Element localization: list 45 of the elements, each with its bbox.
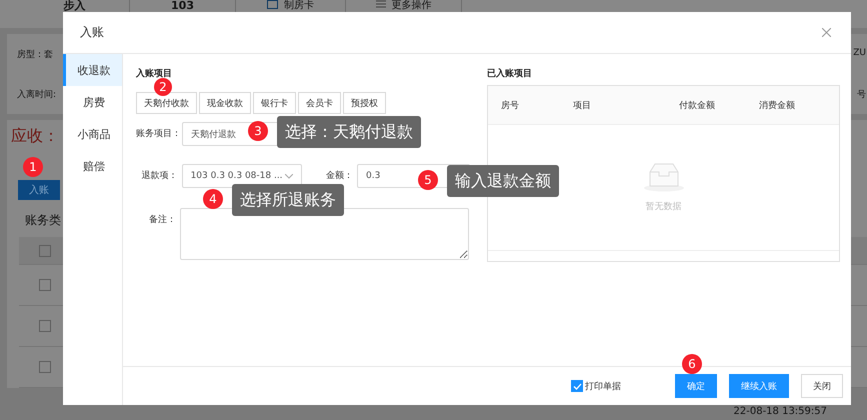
column-header: 消费金额	[759, 100, 796, 112]
close-icon[interactable]	[822, 28, 831, 37]
chevron-down-icon	[284, 174, 292, 178]
payment-method-button[interactable]: 天鹅付收款	[136, 92, 197, 114]
payment-method-button[interactable]: 预授权	[343, 92, 386, 114]
dialog-button[interactable]: 关闭	[801, 374, 843, 398]
checkbox[interactable]	[39, 244, 51, 256]
section-title: 已入账项目	[487, 67, 532, 79]
checkbox-label[interactable]: 打印单据	[585, 380, 621, 392]
instruction-tooltip: 输入退款金额	[447, 165, 559, 197]
checkbox[interactable]	[39, 361, 51, 373]
card-icon	[267, 0, 278, 9]
empty-text: 暂无数据	[646, 200, 682, 213]
checkbox[interactable]	[39, 279, 51, 291]
field-label: 退款项：	[140, 170, 178, 183]
field-label: 金额：	[325, 170, 353, 183]
section-title: 入账项目	[136, 67, 172, 79]
toolbar-item[interactable]: 更多操作	[392, 0, 432, 11]
table-cell-text: 22-08-18 13:59:57	[734, 406, 827, 419]
dialog-title: 入账	[80, 24, 104, 41]
toolbar-item[interactable]: 步入	[64, 0, 86, 11]
receivable-label: 应收：	[10, 126, 59, 147]
post-button[interactable]: 入账	[18, 180, 60, 200]
column-header: 项目	[573, 100, 592, 112]
field-label: 备注：	[148, 214, 176, 227]
section-title: 账务类	[25, 212, 61, 229]
sidebar-tab[interactable]: 收退款	[63, 54, 122, 86]
toolbar-item[interactable]: 103	[171, 0, 194, 11]
instruction-tooltip: 选择所退账务	[232, 184, 344, 216]
checkbox[interactable]	[571, 380, 583, 392]
payment-method-button[interactable]: 会员卡	[298, 92, 341, 114]
check-icon	[572, 382, 582, 390]
stay-time-label: 入离时间:	[17, 88, 56, 100]
payment-method-button[interactable]: 现金收款	[199, 92, 251, 114]
payment-method-button[interactable]: 银行卡	[253, 92, 296, 114]
info-text: ZU	[853, 48, 866, 60]
column-header: 房号	[501, 100, 520, 112]
field-label: 账务项目：	[136, 128, 178, 141]
room-type-text: 房型：套	[17, 48, 53, 60]
empty-inbox-icon	[642, 162, 684, 192]
checkbox[interactable]	[39, 320, 51, 332]
info-text: 号	[857, 88, 866, 100]
list-icon	[376, 0, 386, 8]
instruction-tooltip: 选择：天鹅付退款	[277, 116, 421, 148]
column-header: 付款金额	[679, 100, 716, 112]
